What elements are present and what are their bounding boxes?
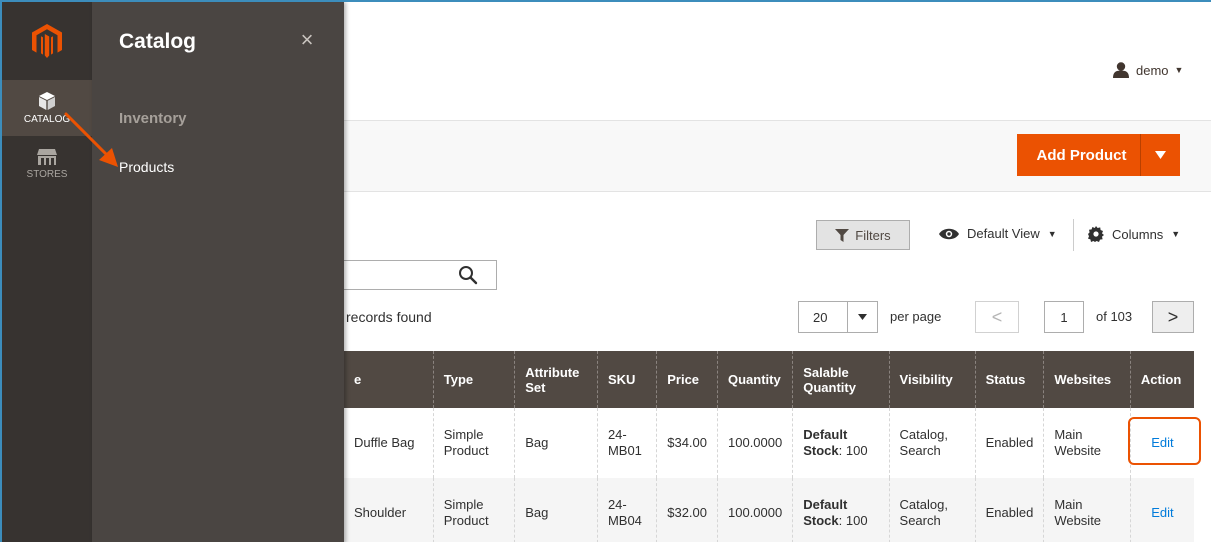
cell-sku: 24-MB01 [596,408,657,478]
salable-amount: : 100 [838,513,868,528]
page-number-input[interactable]: 1 [1044,301,1084,333]
flyout-title: Catalog [119,30,197,53]
per-page-label: per page [890,309,942,324]
table-row[interactable]: Shoulder Simple Product Bag 24-MB04 $32.… [344,478,1194,542]
cell-status: Enabled [974,478,1044,542]
chevron-right-icon: > [1167,306,1179,327]
toolbar-divider [1073,219,1074,251]
table-row[interactable]: Duffle Bag Simple Product Bag 24-MB01 $3… [344,408,1194,478]
magento-logo-icon [32,24,62,58]
per-page-select[interactable]: 20 [798,301,878,333]
column-header-action: Action [1129,351,1194,408]
add-product-split-toggle[interactable] [1140,134,1180,176]
user-menu[interactable]: demo ▼ [1112,62,1183,78]
default-view-label: Default View [967,226,1040,241]
per-page-value: 20 [813,309,828,325]
chevron-down-icon: ▼ [1047,228,1057,239]
next-page-button[interactable]: > [1152,301,1194,333]
box-icon [39,91,55,110]
column-header-type[interactable]: Type [432,351,515,408]
column-header-quantity[interactable]: Quantity [716,351,793,408]
cell-name: Shoulder [344,478,434,542]
user-name: demo [1136,62,1169,78]
chevron-down-icon: ▼ [1171,229,1181,239]
funnel-icon [835,228,850,242]
cell-websites: Main Website [1043,408,1131,478]
products-grid: e Type Attribute Set SKU Price Quantity … [344,351,1194,542]
columns-label: Columns [1112,226,1164,242]
cell-price: $34.00 [656,408,718,478]
cell-visibility: Catalog, Search [888,408,976,478]
default-view-dropdown[interactable]: Default View ▼ [939,226,1057,241]
cell-websites: Main Website [1043,478,1131,542]
annotation-arrow [64,112,118,167]
cell-attribute-set: Bag [514,408,598,478]
column-header-price[interactable]: Price [656,351,718,408]
caret-down-icon [858,314,867,320]
edit-highlight-annotation [1128,417,1201,465]
column-header-name[interactable]: e [344,351,434,408]
flyout-section-inventory: Inventory [119,110,187,127]
per-page-toggle[interactable] [847,302,877,332]
column-header-websites[interactable]: Websites [1043,351,1131,408]
edit-link[interactable]: Edit [1129,478,1194,542]
admin-frame: demo ▼ Add Product Filters Default View … [0,0,1211,542]
filters-button[interactable]: Filters [816,220,910,250]
cell-visibility: Catalog, Search [888,478,976,542]
magento-logo[interactable] [2,2,92,80]
add-product-button[interactable]: Add Product [1017,134,1180,176]
cell-status: Enabled [974,408,1044,478]
table-header-row: e Type Attribute Set SKU Price Quantity … [344,351,1194,408]
add-product-label: Add Product [1036,146,1127,164]
column-header-sku[interactable]: SKU [596,351,657,408]
cell-type: Simple Product [432,408,515,478]
close-icon[interactable]: × [295,28,319,52]
chevron-down-icon: ▼ [1174,65,1184,75]
column-header-status[interactable]: Status [974,351,1044,408]
admin-sidebar: CATALOG STORES [2,2,92,542]
cell-quantity: 100.0000 [716,408,793,478]
cell-sku: 24-MB04 [596,478,657,542]
cell-quantity: 100.0000 [716,478,793,542]
storefront-icon [37,148,57,165]
salable-amount: : 100 [838,443,868,458]
cell-salable-quantity: Default Stock: 100 [792,478,890,542]
cell-name: Duffle Bag [344,408,434,478]
catalog-flyout-menu: Catalog × Inventory Products [92,2,344,542]
records-found-text: records found [346,309,432,325]
column-header-salable-quantity[interactable]: Salable Quantity [792,351,890,408]
cell-salable-quantity: Default Stock: 100 [792,408,890,478]
user-icon [1113,62,1129,78]
search-icon[interactable] [458,265,478,285]
cell-price: $32.00 [656,478,718,542]
keyword-search-input[interactable] [344,260,497,290]
cell-attribute-set: Bag [514,478,598,542]
previous-page-button[interactable]: < [975,301,1019,333]
cell-type: Simple Product [432,478,515,542]
filters-label: Filters [855,227,891,243]
column-header-attribute-set[interactable]: Attribute Set [514,351,598,408]
chevron-left-icon: < [991,306,1003,327]
page-count: of 103 [1096,309,1133,324]
caret-down-icon [1155,151,1166,159]
columns-dropdown[interactable]: Columns ▼ [1088,226,1180,242]
menu-item-products[interactable]: Products [119,159,174,175]
eye-icon [939,228,959,239]
column-header-visibility[interactable]: Visibility [888,351,976,408]
gear-icon [1088,226,1104,242]
